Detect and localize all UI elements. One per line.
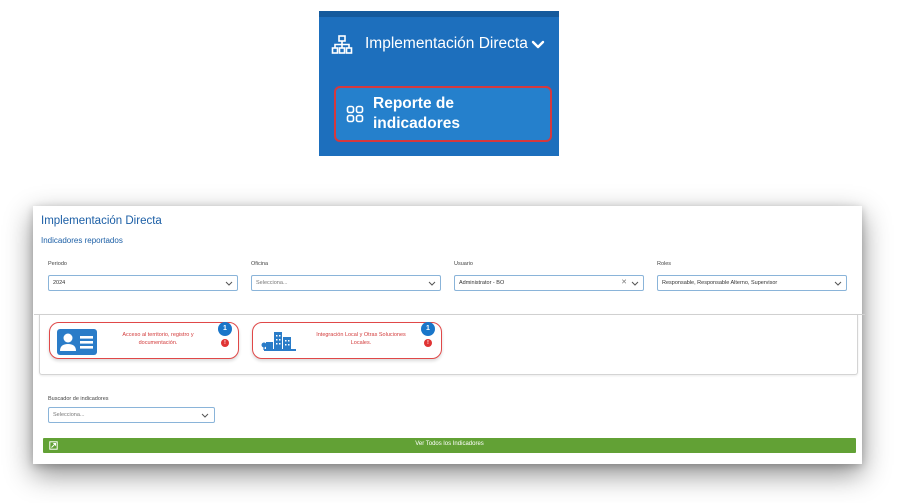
sidebar-menu: Implementación Directa Reporte de indica… bbox=[319, 11, 559, 156]
roles-filter: Roles Responsable, Responsable Alterno, … bbox=[657, 261, 847, 291]
indicator-count-badge: 1 bbox=[218, 322, 232, 336]
chevron-down-icon bbox=[201, 413, 209, 418]
chevron-down-icon bbox=[428, 281, 436, 286]
sidebar-item-label: Implementación Directa bbox=[365, 35, 528, 52]
divider bbox=[34, 314, 865, 315]
indicator-search-select[interactable]: Selecciona... bbox=[48, 407, 215, 423]
chevron-down-icon bbox=[531, 40, 545, 49]
periodo-select[interactable]: 2024 bbox=[48, 275, 238, 291]
view-all-indicators-button[interactable]: Ver Todos los Indicadores bbox=[43, 438, 856, 453]
roles-label: Roles bbox=[657, 261, 672, 267]
indicator-card-integracion[interactable]: Integración Local y Otras Soluciones Loc… bbox=[252, 322, 442, 359]
page-panel: Implementación Directa Indicadores repor… bbox=[33, 206, 865, 464]
periodo-filter: Periodo 2024 bbox=[48, 261, 238, 291]
indicator-card-acceso[interactable]: Acceso al territorio, registro y documen… bbox=[49, 322, 239, 359]
chevron-down-icon bbox=[225, 281, 233, 286]
oficina-placeholder: Selecciona... bbox=[256, 280, 288, 286]
page-subtitle: Indicadores reportados bbox=[41, 236, 123, 245]
chevron-down-icon bbox=[631, 281, 639, 286]
indicator-search-placeholder: Selecciona... bbox=[53, 412, 85, 418]
indicator-search-label: Buscador de indicadores bbox=[48, 396, 109, 402]
alert-icon: ! bbox=[424, 339, 432, 347]
alert-icon: ! bbox=[221, 339, 229, 347]
roles-select[interactable]: Responsable, Responsable Alterno, Superv… bbox=[657, 275, 847, 291]
usuario-label: Usuario bbox=[454, 261, 473, 267]
usuario-select[interactable]: Administrator - BO ✕ bbox=[454, 275, 644, 291]
indicator-card-text: Acceso al territorio, registro y documen… bbox=[122, 332, 194, 346]
indicator-search: Buscador de indicadores Selecciona... bbox=[48, 396, 215, 423]
sidebar-subitem-reporte-indicadores[interactable]: Reporte de indicadores bbox=[334, 86, 552, 142]
sidebar-item-implementacion-directa[interactable]: Implementación Directa bbox=[319, 25, 559, 67]
buildings-icon bbox=[261, 332, 296, 351]
grid-icon bbox=[346, 105, 364, 123]
oficina-label: Oficina bbox=[251, 261, 269, 267]
usuario-filter: Usuario Administrator - BO ✕ bbox=[454, 261, 644, 291]
sitemap-icon bbox=[331, 35, 353, 54]
clear-icon[interactable]: ✕ bbox=[621, 279, 627, 287]
page-title: Implementación Directa bbox=[41, 215, 162, 227]
oficina-select[interactable]: Selecciona... bbox=[251, 275, 441, 291]
menu-top-strip bbox=[319, 11, 559, 17]
periodo-label: Periodo bbox=[48, 261, 67, 267]
view-all-indicators-label: Ver Todos los Indicadores bbox=[415, 441, 484, 447]
id-card-icon bbox=[57, 329, 97, 355]
indicator-card-text: Integración Local y Otras Soluciones Loc… bbox=[316, 332, 406, 346]
indicator-count-badge: 1 bbox=[421, 322, 435, 336]
roles-value: Responsable, Responsable Alterno, Superv… bbox=[662, 280, 778, 286]
indicator-cards-area: Acceso al territorio, registro y documen… bbox=[34, 314, 865, 375]
sidebar-subitem-label: Reporte de indicadores bbox=[373, 95, 460, 132]
oficina-filter: Oficina Selecciona... bbox=[251, 261, 441, 291]
usuario-value: Administrator - BO bbox=[459, 280, 505, 286]
periodo-value: 2024 bbox=[53, 280, 66, 286]
chevron-down-icon bbox=[834, 281, 842, 286]
